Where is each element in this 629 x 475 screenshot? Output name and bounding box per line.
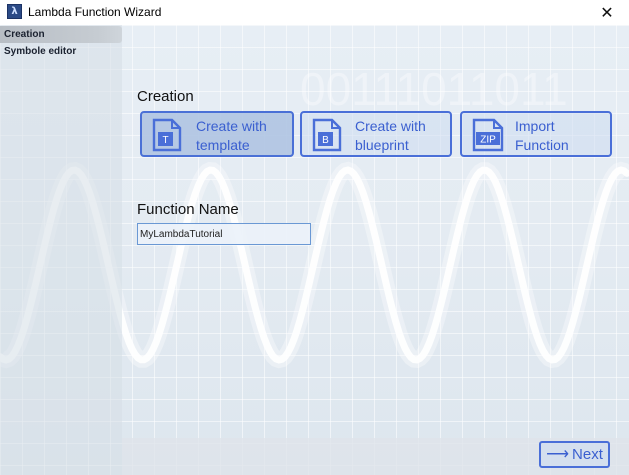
create-with-template-button[interactable]: T Create with template — [140, 111, 294, 157]
sidebar-item-symbole-editor[interactable]: Symbole editor — [0, 43, 122, 60]
function-name-title: Function Name — [137, 201, 239, 218]
svg-text:B: B — [322, 135, 329, 146]
import-function-label: Import Function — [515, 118, 569, 153]
create-with-blueprint-button[interactable]: B Create with blueprint — [300, 111, 452, 157]
app-icon: λ — [7, 4, 22, 19]
close-button[interactable]: ✕ — [585, 0, 629, 25]
arrow-right-icon: ⟶ — [546, 446, 570, 463]
svg-text:T: T — [162, 135, 168, 146]
svg-text:ZIP: ZIP — [480, 135, 496, 146]
background-binary-text: 00111011011 — [300, 63, 568, 115]
blueprint-document-icon: B — [312, 118, 342, 152]
create-with-blueprint-label: Create with blueprint — [355, 118, 426, 153]
import-function-button[interactable]: ZIP Import Function — [460, 111, 612, 157]
next-button-label: Next — [572, 446, 603, 463]
wizard-window: λ Lambda Function Wizard ✕ 00111011011 C… — [0, 0, 629, 475]
creation-section-title: Creation — [137, 88, 194, 105]
function-name-input[interactable] — [137, 223, 311, 245]
next-button[interactable]: ⟶ Next — [539, 441, 610, 468]
wizard-client-area: 00111011011 Creation Symbole editor Crea… — [0, 25, 629, 475]
title-bar: λ Lambda Function Wizard ✕ — [0, 0, 629, 25]
sidebar-item-creation[interactable]: Creation — [0, 26, 122, 43]
window-title: Lambda Function Wizard — [28, 5, 162, 19]
template-document-icon: T — [152, 118, 182, 152]
sidebar: Creation Symbole editor — [0, 25, 122, 475]
create-with-template-label: Create with template — [196, 118, 267, 153]
zip-file-icon: ZIP — [472, 118, 504, 152]
